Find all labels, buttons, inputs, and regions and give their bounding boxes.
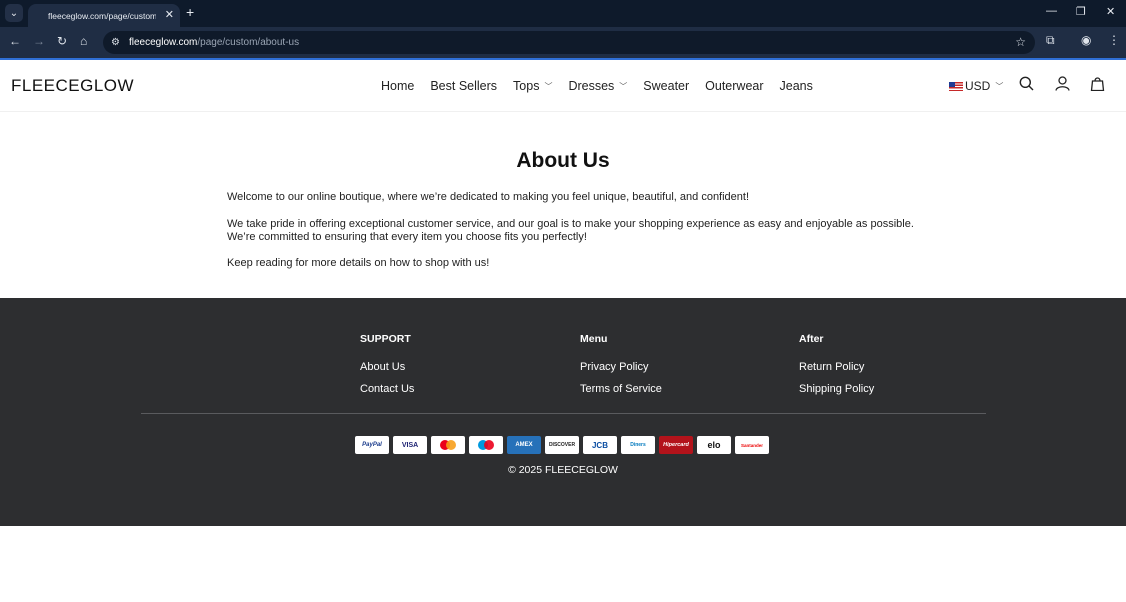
footer-col-after: After Return Policy Shipping Policy bbox=[799, 333, 874, 405]
minimize-icon[interactable]: — bbox=[1046, 5, 1057, 17]
chevron-down-icon: ﹀ bbox=[544, 81, 553, 91]
store-logo[interactable]: FLEECEGLOW bbox=[11, 76, 134, 96]
bookmark-star-icon[interactable]: ☆ bbox=[1015, 35, 1026, 49]
nav-sweater[interactable]: Sweater bbox=[643, 79, 689, 93]
service-paragraph-line1: We take pride in offering exceptional cu… bbox=[227, 218, 914, 230]
amex-icon: AMEX bbox=[507, 436, 541, 454]
mastercard-icon bbox=[431, 436, 465, 454]
nav-dresses[interactable]: Dresses ﹀ bbox=[568, 79, 627, 93]
us-flag-icon bbox=[949, 81, 963, 91]
main-navigation: Home Best Sellers Tops ﹀ Dresses ﹀ Sweater… bbox=[381, 79, 829, 93]
address-bar[interactable]: ⚙ fleeceglow.com/page/custom/about-us ☆ bbox=[103, 31, 1035, 54]
page-title: About Us bbox=[516, 149, 610, 172]
footer-link-shipping-policy[interactable]: Shipping Policy bbox=[799, 383, 874, 395]
elo-icon: elo bbox=[697, 436, 731, 454]
chevron-down-icon: ﹀ bbox=[995, 81, 1004, 91]
forward-icon[interactable]: → bbox=[33, 34, 45, 48]
discover-icon: DISCOVER bbox=[545, 436, 579, 454]
account-icon[interactable] bbox=[1055, 76, 1070, 96]
jcb-icon: JCB bbox=[583, 436, 617, 454]
payment-methods: PayPal VISA AMEX DISCOVER JCB Diners Hip… bbox=[355, 436, 769, 454]
footer-link-terms-of-service[interactable]: Terms of Service bbox=[580, 383, 662, 395]
closing-paragraph: Keep reading for more details on how to … bbox=[227, 257, 490, 269]
back-icon[interactable]: ← bbox=[9, 34, 21, 48]
menu-kebab-icon[interactable]: ⋮ bbox=[1108, 33, 1120, 47]
search-icon[interactable] bbox=[1019, 76, 1034, 96]
intro-paragraph: Welcome to our online boutique, where we… bbox=[227, 191, 750, 203]
tab-search-icon[interactable]: ⌄ bbox=[5, 4, 23, 22]
profile-icon[interactable]: ◉ bbox=[1081, 33, 1091, 47]
currency-selector[interactable]: USD ﹀ bbox=[949, 79, 1003, 93]
santander-icon: Santander bbox=[735, 436, 769, 454]
visa-icon: VISA bbox=[393, 436, 427, 454]
hipercard-icon: Hipercard bbox=[659, 436, 693, 454]
footer-heading: Menu bbox=[580, 333, 608, 345]
footer-heading: After bbox=[799, 333, 824, 345]
service-paragraph-line2: We’re committed to ensuring that every i… bbox=[227, 231, 587, 243]
paypal-icon: PayPal bbox=[355, 436, 389, 454]
nav-best-sellers[interactable]: Best Sellers bbox=[430, 79, 497, 93]
copyright-text: © 2025 FLEECEGLOW bbox=[508, 464, 618, 476]
close-window-icon[interactable]: ✕ bbox=[1106, 5, 1115, 18]
footer-link-about-us[interactable]: About Us bbox=[360, 361, 414, 373]
diners-club-icon: Diners bbox=[621, 436, 655, 454]
nav-tops[interactable]: Tops ﹀ bbox=[513, 79, 552, 93]
nav-home[interactable]: Home bbox=[381, 79, 414, 93]
chevron-down-icon: ﹀ bbox=[619, 81, 628, 91]
tab-close-icon[interactable]: ✕ bbox=[165, 8, 174, 21]
nav-outerwear[interactable]: Outerwear bbox=[705, 79, 763, 93]
home-icon[interactable]: ⌂ bbox=[80, 34, 87, 48]
nav-jeans[interactable]: Jeans bbox=[780, 79, 813, 93]
url-text: fleeceglow.com/page/custom/about-us bbox=[129, 37, 300, 48]
about-us-content: About Us Welcome to our online boutique,… bbox=[0, 112, 1126, 298]
footer-link-contact-us[interactable]: Contact Us bbox=[360, 383, 414, 395]
site-footer: SUPPORT About Us Contact Us Menu Privacy… bbox=[0, 298, 1126, 526]
footer-link-return-policy[interactable]: Return Policy bbox=[799, 361, 874, 373]
extensions-icon[interactable]: ⧉ bbox=[1046, 33, 1055, 48]
footer-divider bbox=[141, 413, 986, 414]
footer-col-support: SUPPORT About Us Contact Us bbox=[360, 333, 414, 405]
footer-link-privacy-policy[interactable]: Privacy Policy bbox=[580, 361, 662, 373]
site-info-icon[interactable]: ⚙ bbox=[111, 37, 123, 48]
footer-col-menu: Menu Privacy Policy Terms of Service bbox=[580, 333, 662, 405]
tab-title: fleeceglow.com/page/custom/a bbox=[48, 10, 156, 21]
site-header: FLEECEGLOW Home Best Sellers Tops ﹀ Dress… bbox=[0, 60, 1126, 112]
footer-heading: SUPPORT bbox=[360, 333, 411, 345]
browser-tab-bar: ⌄ fleeceglow.com/page/custom/a ✕ + — ❐ ✕ bbox=[0, 0, 1126, 27]
browser-toolbar: ← → ↻ ⌂ ⚙ fleeceglow.com/page/custom/abo… bbox=[0, 27, 1126, 58]
reload-icon[interactable]: ↻ bbox=[57, 34, 67, 48]
new-tab-icon[interactable]: + bbox=[186, 4, 194, 20]
restore-icon[interactable]: ❐ bbox=[1076, 5, 1086, 18]
browser-tab[interactable]: fleeceglow.com/page/custom/a ✕ bbox=[28, 4, 180, 27]
maestro-icon bbox=[469, 436, 503, 454]
cart-bag-icon[interactable] bbox=[1090, 76, 1105, 96]
currency-label: USD bbox=[965, 79, 991, 93]
